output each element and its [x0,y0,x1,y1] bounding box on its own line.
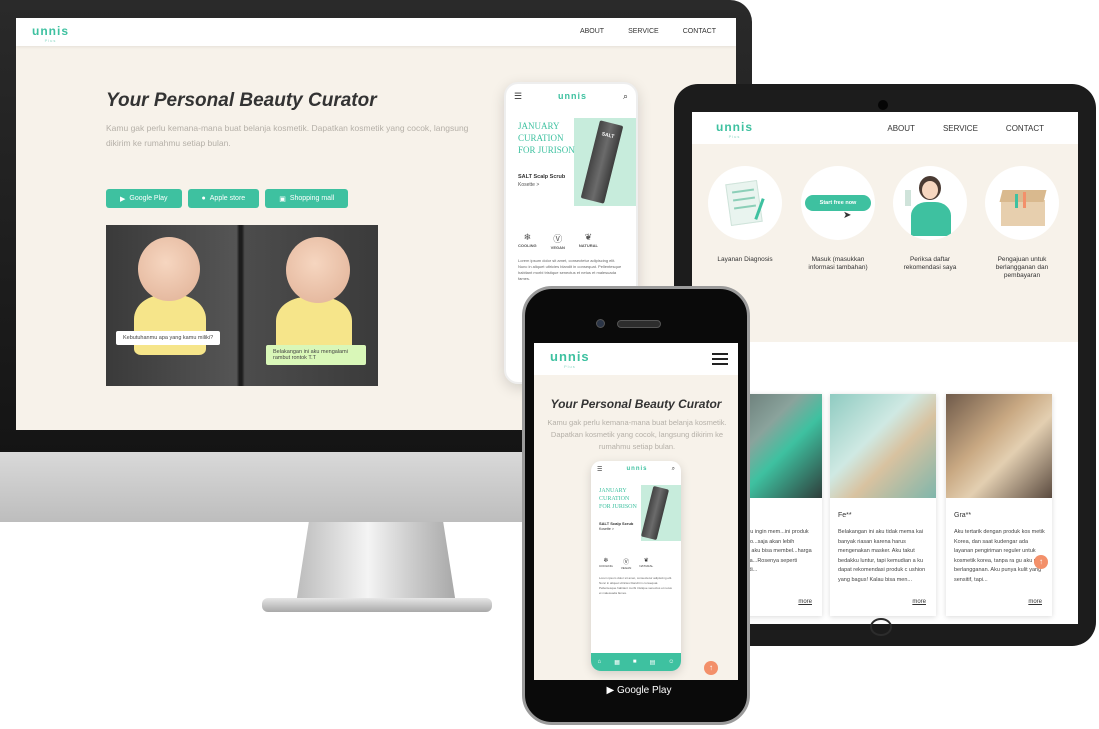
nav-contact[interactable]: CONTACT [683,28,716,35]
tablet-logo[interactable]: unnis Plus [716,120,753,139]
step-subscribe[interactable]: Pengajuan untuk berlangganan dan pembaya… [984,166,1060,280]
mini-app-logo: unnis [558,91,588,101]
product-brand[interactable]: Kosette > [518,182,539,188]
hamburger-menu-icon[interactable] [712,353,728,368]
mobile-hero-title: Your Personal Beauty Curator [550,397,722,411]
shopping-mall-button[interactable]: ▣ Shopping mall [265,189,349,208]
product-description: Lorem ipsum dolor sit amet, consectetur … [518,258,622,281]
start-free-button[interactable]: Start free now [805,195,871,211]
iphone-camera [596,319,605,328]
tablet-menu: ABOUT SERVICE CONTACT [887,124,1044,133]
play-icon: ▶ [120,195,126,203]
menu-icon[interactable]: ☰ [597,466,602,473]
home-icon[interactable]: ⌂ [598,659,602,665]
tablet-home-button [870,618,892,636]
hero-title: Your Personal Beauty Curator [106,90,377,111]
desktop-logo[interactable]: unnis Plus [32,24,69,43]
monitor-base [262,598,492,612]
baby-face-left [138,237,200,301]
snowflake-icon: ❄ [523,232,532,242]
mini-app-tabbar: ⌂ ▦ ■ ▤ ☺ [591,653,681,671]
mini-app-header: ☰ unnis ⌕ [506,84,636,108]
apple-store-button[interactable]: ● Apple store [187,189,260,208]
review-image [946,394,1052,498]
review-more-link[interactable]: more [1028,599,1042,605]
cursor-icon: ➤ [843,210,852,221]
nav-service[interactable]: SERVICE [628,28,659,35]
bag-icon[interactable]: ▤ [650,659,656,666]
step-login[interactable]: Start free now ➤ Masuk (masukkan informa… [800,166,876,272]
service-steps: Layanan Diagnosis Start free now ➤ Masuk… [692,144,1078,342]
mobile-phone-mockup: ☰ unnis ⌕ JANUARY CURATION FOR JURISON S… [591,461,681,671]
step-diagnosis[interactable]: Layanan Diagnosis [707,166,783,264]
curation-title: JANUARY CURATION FOR JURISON [518,121,575,155]
review-card[interactable]: Fe** Belakangan ini aku tidak mema kai b… [830,394,936,616]
tablet-nav-contact[interactable]: CONTACT [1006,124,1044,133]
leaf-icon: ❦ [643,558,649,564]
desktop-navbar: unnis Plus ABOUT SERVICE CONTACT [16,18,736,46]
review-more-link[interactable]: more [912,599,926,605]
iphone-speaker [617,320,661,328]
mobile-hero-description: Kamu gak perlu kemana-mana buat belanja … [547,418,727,451]
desktop-menu: ABOUT SERVICE CONTACT [580,28,716,35]
snowflake-icon: ❄ [603,558,609,564]
menu-icon[interactable]: ☰ [514,91,522,102]
baby-face-right [286,237,350,303]
tablet-camera [878,100,888,110]
iphone-screen: unnis Plus Your Personal Beauty Curator … [534,343,738,680]
checklist-icon [708,166,782,240]
apple-icon: ● [201,195,206,202]
user-icon[interactable]: ☺ [668,659,674,665]
reviewer-name: Fe** [838,512,852,519]
mobile-scroll-top-button[interactable]: ↑ [704,661,718,675]
play-icon: ▶ [606,685,615,696]
mobile-navbar: unnis Plus [534,343,738,375]
box-icon[interactable]: ■ [633,659,637,665]
mobile-google-play-button[interactable]: ▶ Google Play [525,685,753,696]
search-icon[interactable]: ⌕ [672,466,675,473]
curation-title: JANUARY CURATION FOR JURISON [599,488,637,510]
search-icon[interactable]: ⌕ [623,91,628,102]
google-play-button[interactable]: ▶ Google Play [106,189,182,208]
tablet-nav-service[interactable]: SERVICE [943,124,978,133]
step-recommendation[interactable]: Periksa daftar rekomendasi saya [892,166,968,272]
basket-icon: ▣ [279,195,286,203]
product-name: SALT Scalp Scrub [518,174,566,180]
nav-about[interactable]: ABOUT [580,28,604,35]
review-card[interactable]: Gra** Aku tertarik dengan produk kos met… [946,394,1052,616]
hero-video-thumbnail[interactable]: Kebutuhanmu apa yang kamu miliki? Belaka… [106,225,378,386]
leaf-icon: ❦ [584,232,593,242]
baby-shirt-left [134,295,206,355]
mobile-logo[interactable]: unnis Plus [550,349,590,369]
tablet-nav-about[interactable]: ABOUT [887,124,915,133]
gift-icon[interactable]: ▦ [614,659,620,666]
woman-reading-icon [893,166,967,240]
tablet-navbar: unnis Plus ABOUT SERVICE CONTACT [692,112,1078,144]
mini-app-hero: JANUARY CURATION FOR JURISON SALT Scalp … [506,108,636,226]
scroll-top-button[interactable]: ↑ [1034,555,1048,569]
review-image [830,394,936,498]
vegan-icon: Ⓥ [553,234,563,244]
store-buttons: ▶ Google Play ● Apple store ▣ Shopping m… [106,189,349,208]
chat-bubble-question: Kebutuhanmu apa yang kamu miliki? [116,331,221,345]
monitor-stand [296,522,456,604]
start-button-illustration: Start free now ➤ [801,166,875,240]
iphone-device: unnis Plus Your Personal Beauty Curator … [522,286,750,725]
chat-bubble-answer: Belakangan ini aku mengalami rambut ront… [266,345,366,365]
hero-description: Kamu gak perlu kemana-mana buat belanja … [106,123,469,148]
vegan-icon: Ⓥ [623,560,630,566]
product-features: ❄ COOLING Ⓥ VEGAN ❦ NATURAL [518,232,598,250]
reviewer-name: Gra** [954,512,972,519]
gift-box-icon [985,166,1059,240]
review-more-link[interactable]: more [798,599,812,605]
